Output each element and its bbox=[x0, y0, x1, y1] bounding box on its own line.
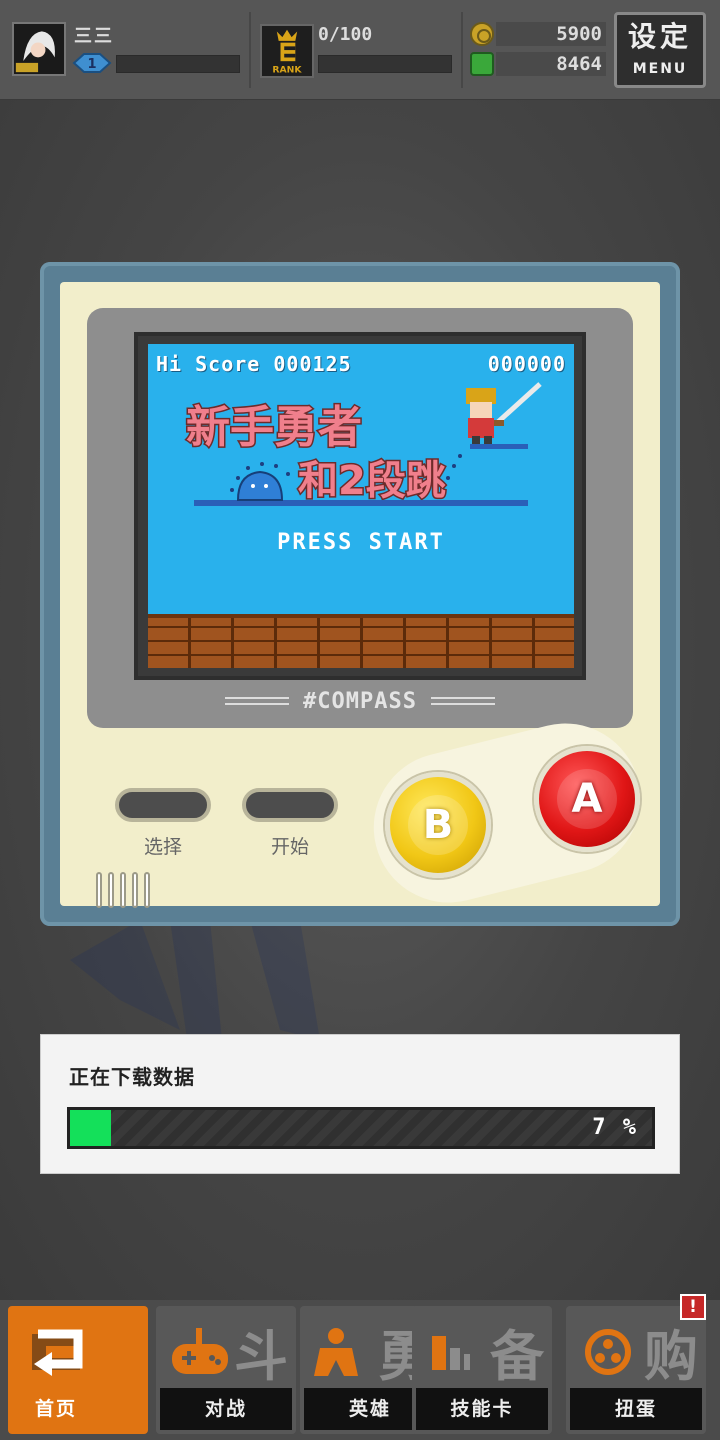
rank-progress-bar bbox=[318, 55, 452, 73]
divider bbox=[249, 12, 251, 88]
download-status-label: 正在下载数据 bbox=[69, 1065, 195, 1089]
brand-decoration bbox=[225, 697, 290, 705]
select-button[interactable] bbox=[115, 788, 211, 822]
nav-home[interactable]: 首页 bbox=[8, 1306, 148, 1434]
slime-sprite bbox=[236, 470, 284, 501]
nav-skill-cards-label: 技能卡 bbox=[416, 1388, 548, 1430]
player-name: 三三 bbox=[74, 26, 114, 47]
coin-counter: 5900 bbox=[496, 22, 606, 46]
nav-home-label: 首页 bbox=[8, 1388, 104, 1430]
nav-battle[interactable]: 斗 对战 bbox=[156, 1306, 296, 1434]
hero-sprite bbox=[466, 382, 542, 444]
screen-bezel: Hi Score 000125 000000 新手勇者 和2段跳 PRESS S… bbox=[87, 308, 633, 728]
nav-skill-cards[interactable]: 备 技能卡 bbox=[412, 1306, 552, 1434]
handheld-console: Hi Score 000125 000000 新手勇者 和2段跳 PRESS S… bbox=[40, 262, 680, 926]
start-label: 开始 bbox=[270, 836, 309, 858]
gem-icon bbox=[470, 52, 494, 76]
rank-progress: 0/100 bbox=[318, 24, 373, 45]
player-avatar[interactable] bbox=[12, 22, 66, 76]
gacha-notification-badge: ! bbox=[680, 1294, 706, 1320]
download-panel: 正在下载数据 7 % bbox=[40, 1034, 680, 1174]
b-button[interactable]: B bbox=[385, 772, 491, 878]
game-title-art: 新手勇者 和2段跳 bbox=[185, 382, 542, 506]
bottom-navigation: 首页 斗 对战 勇 英雄 备 技能卡 购 扭蛋 bbox=[0, 1300, 720, 1440]
a-button-label: A bbox=[557, 769, 617, 829]
coin-amount: 5900 bbox=[556, 23, 602, 45]
avatar-portrait-icon bbox=[14, 24, 64, 74]
nav-home-text: 首页 bbox=[34, 1398, 77, 1420]
download-progress-fill bbox=[70, 1110, 111, 1146]
nav-gacha[interactable]: 购 扭蛋 bbox=[566, 1306, 706, 1434]
current-score: 000000 bbox=[487, 352, 566, 376]
brand-decoration bbox=[430, 697, 495, 705]
game-screen[interactable]: Hi Score 000125 000000 新手勇者 和2段跳 PRESS S… bbox=[148, 344, 574, 668]
nav-battle-char: 斗 bbox=[234, 1325, 288, 1388]
nav-skill-cards-char: 备 bbox=[490, 1325, 544, 1388]
gem-counter: 8464 bbox=[496, 52, 606, 76]
b-button-label: B bbox=[408, 795, 468, 855]
menu-button-label: 设定 bbox=[627, 20, 692, 53]
home-return-icon bbox=[32, 1329, 83, 1376]
brand-logo: #COMPASS bbox=[303, 688, 417, 714]
press-start-text[interactable]: PRESS START bbox=[148, 530, 574, 555]
player-level: 1 bbox=[87, 57, 96, 72]
gem-amount: 8464 bbox=[556, 53, 602, 75]
menu-button[interactable]: 设定 MENU bbox=[614, 12, 706, 88]
brand-row: #COMPASS bbox=[87, 686, 633, 716]
nav-battle-label: 对战 bbox=[160, 1388, 292, 1430]
hi-score: Hi Score 000125 bbox=[156, 352, 352, 376]
console-shell: Hi Score 000125 000000 新手勇者 和2段跳 PRESS S… bbox=[60, 282, 660, 919]
speaker-grille bbox=[96, 872, 150, 908]
rank-badge[interactable]: RANK bbox=[260, 24, 314, 78]
divider bbox=[461, 12, 463, 88]
game-title-line2: 和2段跳 bbox=[298, 458, 446, 504]
experience-bar bbox=[116, 55, 240, 73]
nav-gacha-char: 购 bbox=[644, 1325, 698, 1388]
download-progress-bar: 7 % bbox=[67, 1107, 655, 1149]
select-label: 选择 bbox=[143, 836, 182, 858]
brick-ground bbox=[148, 614, 574, 668]
level-diamond-icon: 1 bbox=[72, 53, 112, 73]
a-button[interactable]: A bbox=[534, 746, 640, 852]
top-status-bar: 三三 1 RANK 0/100 5900 8464 设定 MENU bbox=[0, 0, 720, 100]
download-progress-text: 7 % bbox=[592, 1115, 638, 1140]
rank-label: RANK bbox=[272, 64, 302, 75]
coin-icon bbox=[470, 22, 494, 46]
start-button[interactable] bbox=[242, 788, 338, 822]
rank-icon: RANK bbox=[272, 29, 302, 75]
nav-gacha-label: 扭蛋 bbox=[570, 1388, 702, 1430]
menu-button-sublabel: MENU bbox=[632, 61, 688, 77]
game-title-line1: 新手勇者 bbox=[186, 402, 362, 453]
screen-frame: Hi Score 000125 000000 新手勇者 和2段跳 PRESS S… bbox=[134, 332, 586, 680]
